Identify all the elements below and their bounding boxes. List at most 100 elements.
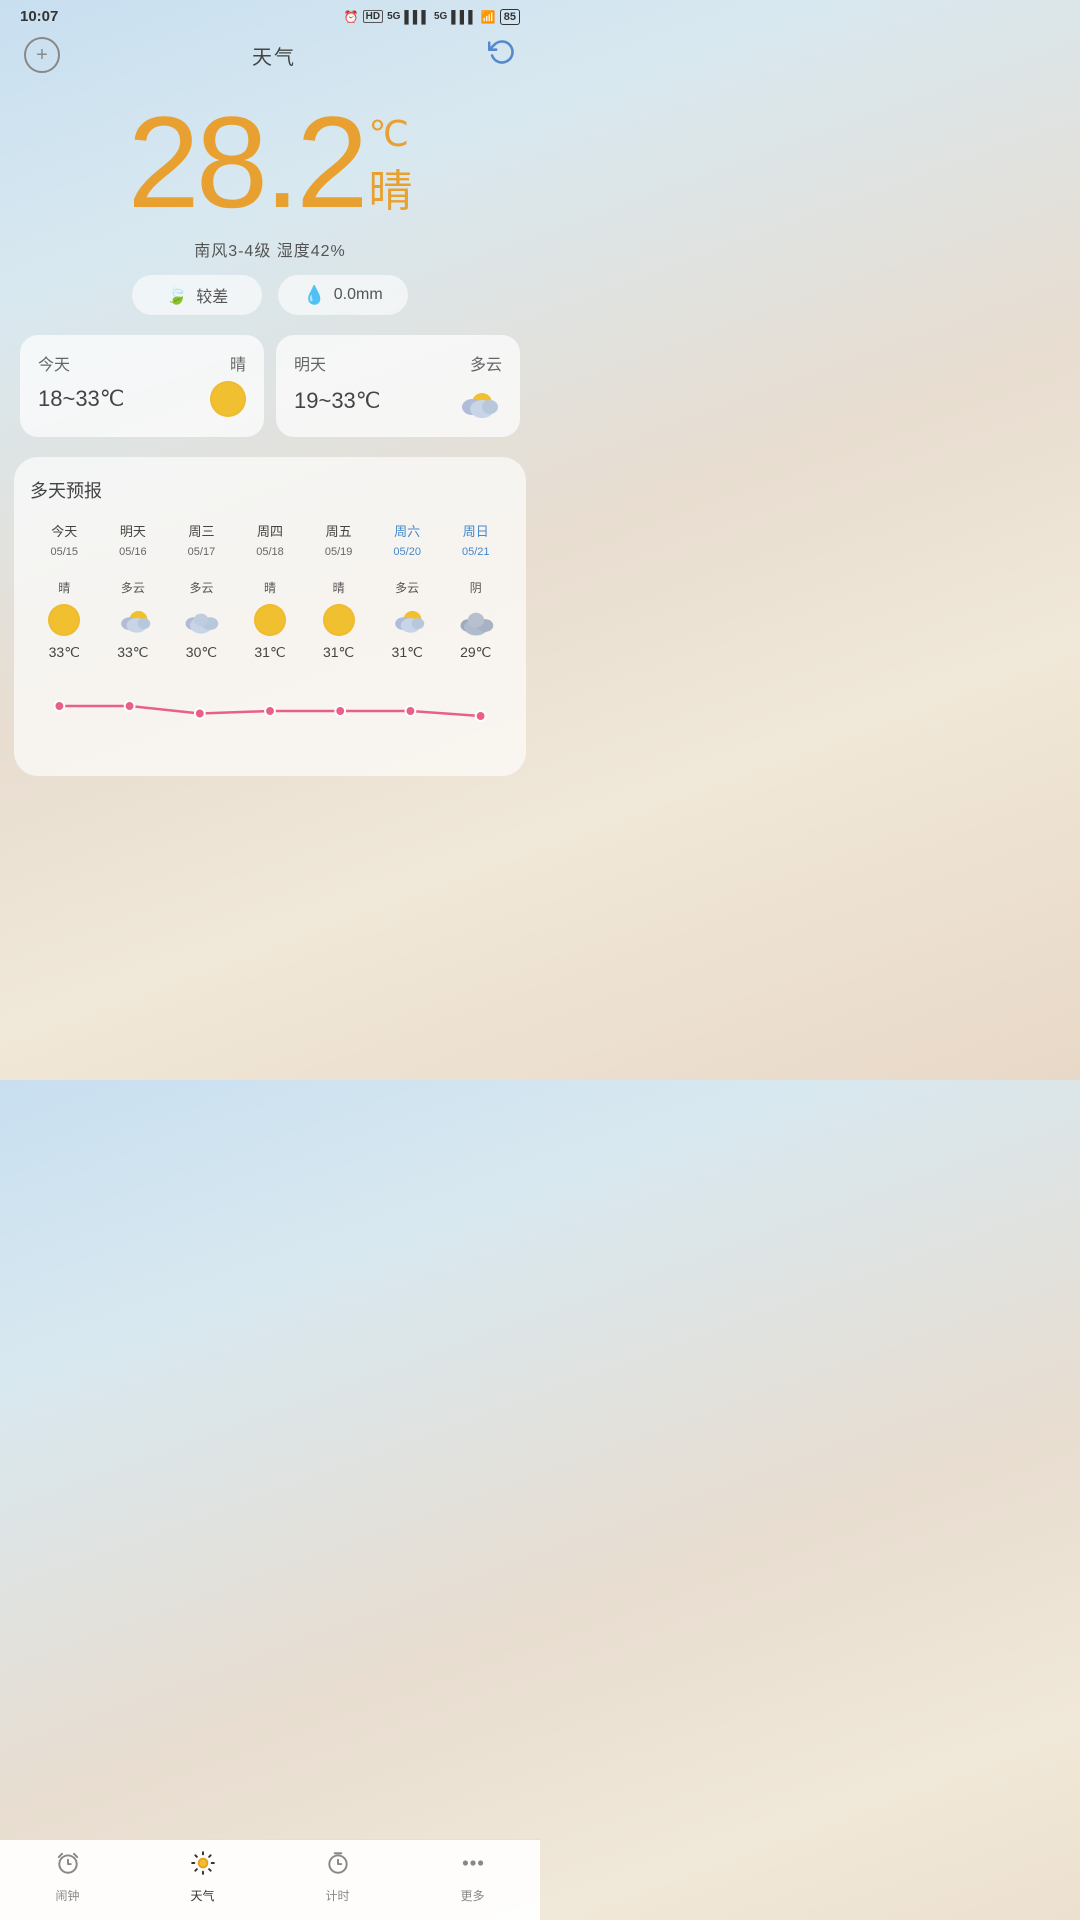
air-quality-label: 较差 — [196, 283, 228, 307]
forecast-high-temp: 33℃ — [117, 644, 148, 661]
forecast-col-6: 周日 05/21 阴 29℃ — [441, 521, 510, 661]
forecast-day-date: 05/21 — [462, 546, 490, 558]
forecast-day-name: 周四 — [257, 521, 283, 540]
tomorrow-card: 明天 多云 19~33℃ — [276, 335, 520, 437]
forecast-day-icon — [456, 602, 496, 638]
today-card: 今天 晴 18~33℃ — [20, 335, 264, 437]
rain-icon: 💧 — [303, 285, 325, 306]
signal-bars2: ▌▌▌ — [451, 10, 477, 24]
forecast-day-date: 05/20 — [393, 546, 421, 558]
forecast-day-icon — [44, 602, 84, 638]
nav-more[interactable]: 更多 — [405, 1850, 540, 1904]
forecast-col-1: 明天 05/16 多云 33℃ — [99, 521, 168, 661]
day-cards: 今天 晴 18~33℃ 明天 多云 19~33℃ — [0, 335, 540, 457]
signal-5g1: 5G — [387, 11, 400, 22]
today-condition: 晴 — [230, 351, 246, 375]
app-title: 天气 — [252, 41, 296, 70]
tomorrow-partly-cloudy-icon — [452, 381, 502, 421]
header: + 天气 — [0, 29, 540, 77]
nav-alarm[interactable]: 闹钟 — [0, 1850, 135, 1904]
air-quality-pill: 🍃 较差 — [132, 275, 262, 315]
current-temperature: 28.2 — [127, 97, 364, 227]
today-label: 今天 — [38, 351, 70, 375]
forecast-day-icon — [319, 602, 359, 638]
time-display: 10:07 — [20, 8, 58, 25]
plus-icon: + — [36, 44, 48, 67]
nav-timer[interactable]: 计时 — [270, 1850, 405, 1904]
current-condition: 晴 — [369, 155, 413, 219]
temperature-chart — [30, 671, 510, 751]
forecast-day-icon — [181, 602, 221, 638]
forecast-day-icon — [113, 602, 153, 638]
forecast-day-name: 周三 — [188, 521, 214, 540]
forecast-day-condition: 多云 — [189, 564, 213, 596]
forecast-col-2: 周三05/17多云 30℃ — [167, 521, 236, 661]
forecast-day-name: 周六 — [394, 521, 420, 540]
forecast-table: 今天05/15晴33℃明天05/16多云 33℃周三05/17多云 30℃周四0… — [30, 521, 510, 661]
tomorrow-condition: 多云 — [470, 351, 502, 375]
forecast-day-condition: 晴 — [58, 564, 70, 596]
nav-weather-label: 天气 — [190, 1887, 214, 1904]
tomorrow-label: 明天 — [294, 351, 326, 375]
clock-icon: ⏰ — [344, 10, 359, 24]
forecast-day-condition: 晴 — [264, 564, 276, 596]
forecast-day-condition: 多云 — [395, 564, 419, 596]
timer-icon — [325, 1850, 351, 1883]
nav-alarm-label: 闹钟 — [55, 1887, 79, 1904]
more-icon — [460, 1850, 486, 1883]
battery-display: 85 — [500, 9, 520, 25]
forecast-day-name: 今天 — [51, 521, 77, 540]
forecast-day-date: 05/17 — [188, 546, 216, 558]
forecast-col-3: 周四 05/18 晴 31℃ — [236, 521, 305, 661]
tomorrow-body: 19~33℃ — [294, 381, 502, 421]
today-sun-icon — [210, 381, 246, 417]
tomorrow-header: 明天 多云 — [294, 351, 502, 375]
forecast-day-name: 周五 — [326, 521, 352, 540]
temperature-row: 28.2 ℃ 晴 — [20, 97, 520, 227]
forecast-day-name: 明天 — [120, 521, 146, 540]
forecast-day-date: 05/18 — [256, 546, 284, 558]
forecast-day-condition: 阴 — [470, 564, 482, 596]
forecast-title: 多天预报 — [30, 477, 510, 503]
air-quality-row: 🍃 较差 💧 0.0mm — [0, 275, 540, 335]
today-temp-range: 18~33℃ — [38, 386, 125, 412]
forecast-col-0: 今天 05/15 晴 33℃ — [30, 521, 99, 661]
temperature-unit: ℃ — [369, 113, 409, 155]
status-icons: ⏰ HD 5G ▌▌▌ 5G ▌▌▌ 📶 85 — [344, 9, 520, 25]
today-header: 今天 晴 — [38, 351, 246, 375]
add-location-button[interactable]: + — [24, 37, 60, 73]
forecast-day-icon — [387, 602, 427, 638]
refresh-button[interactable] — [488, 38, 516, 73]
weather-nav-icon — [190, 1850, 216, 1883]
today-body: 18~33℃ — [38, 381, 246, 417]
forecast-high-temp: 33℃ — [49, 644, 80, 661]
current-weather: 28.2 ℃ 晴 — [0, 77, 540, 227]
forecast-col-5: 周六 05/20 多云 31℃ — [373, 521, 442, 661]
forecast-section: 多天预报 今天 05/15 晴 33℃ 明天 05/16 多云 33℃ 周三 05/17 多云 3… — [14, 457, 526, 776]
nav-more-label: 更多 — [460, 1887, 484, 1904]
rainfall-pill: 💧 0.0mm — [278, 275, 408, 315]
forecast-high-temp: 31℃ — [392, 644, 423, 661]
leaf-icon: 🍃 — [166, 285, 188, 306]
forecast-day-date: 05/16 — [119, 546, 147, 558]
hd-badge: HD — [363, 10, 383, 23]
nav-timer-label: 计时 — [325, 1887, 349, 1904]
forecast-col-4: 周五05/19晴31℃ — [304, 521, 373, 661]
alarm-icon — [55, 1850, 81, 1883]
forecast-day-icon — [250, 602, 290, 638]
nav-weather[interactable]: 天气 — [135, 1850, 270, 1904]
tomorrow-temp-range: 19~33℃ — [294, 388, 381, 414]
rainfall-value: 0.0mm — [334, 286, 383, 304]
forecast-day-condition: 晴 — [333, 564, 345, 596]
forecast-high-temp: 29℃ — [460, 644, 491, 661]
forecast-day-date: 05/19 — [325, 546, 353, 558]
signal-5g2: 5G — [434, 11, 447, 22]
forecast-day-name: 周日 — [463, 521, 489, 540]
wifi-icon: 📶 — [481, 10, 496, 24]
bottom-navigation: 闹钟 天气 计时 — [0, 1839, 540, 1920]
forecast-day-date: 05/15 — [51, 546, 79, 558]
forecast-day-condition: 多云 — [121, 564, 145, 596]
forecast-high-temp: 31℃ — [254, 644, 285, 661]
signal-bars1: ▌▌▌ — [404, 10, 430, 24]
status-bar: 10:07 ⏰ HD 5G ▌▌▌ 5G ▌▌▌ 📶 85 — [0, 0, 540, 29]
